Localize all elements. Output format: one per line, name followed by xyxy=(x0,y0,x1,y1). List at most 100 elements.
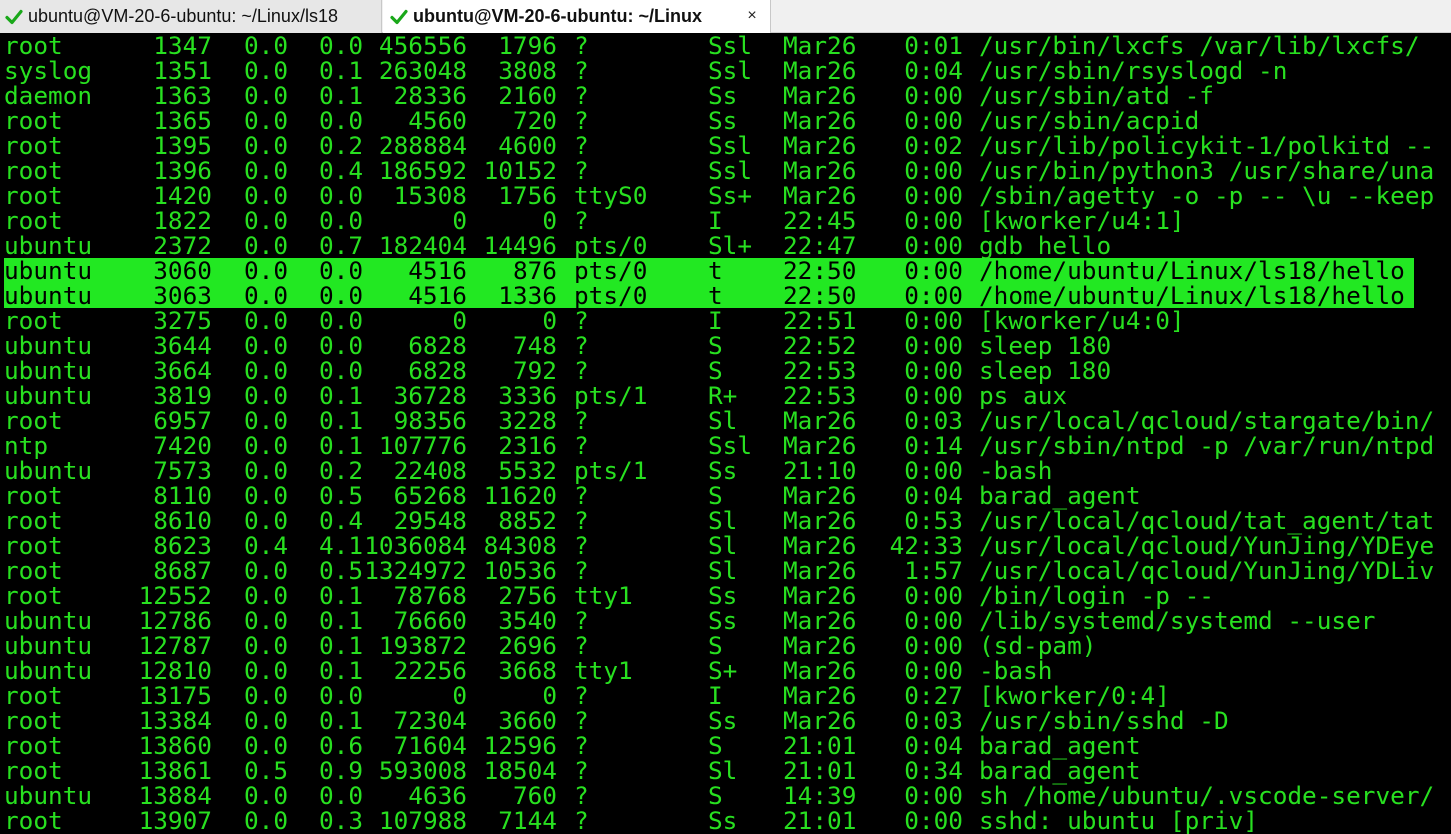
process-vsz: 4560 xyxy=(408,106,467,135)
process-pid: 1420 xyxy=(153,181,212,210)
process-cpu: 0.0 xyxy=(244,631,289,660)
process-user: root xyxy=(4,306,63,335)
process-tty: ? xyxy=(574,206,589,235)
process-user: ubuntu xyxy=(4,281,93,310)
process-tty: ? xyxy=(574,506,589,535)
process-row: root 1396 0.0 0.4 186592 10152? Ssl Mar26 0:00/u… xyxy=(0,158,1451,183)
process-rss: 2696 xyxy=(498,631,557,660)
process-user: ubuntu xyxy=(4,656,93,685)
process-start: Mar26 xyxy=(783,631,857,660)
process-time: 0:01 xyxy=(904,33,963,60)
process-time: 0:00 xyxy=(904,806,963,834)
process-start: Mar26 xyxy=(783,56,857,85)
process-row: root 8610 0.0 0.4 29548 8852? Sl Mar26 0:53/usr/… xyxy=(0,508,1451,533)
process-start: Mar26 xyxy=(783,81,857,110)
process-rss: 1796 xyxy=(498,33,557,60)
process-start: Mar26 xyxy=(783,406,857,435)
process-pid: 13175 xyxy=(138,681,212,710)
process-pid: 6957 xyxy=(153,406,212,435)
process-row: root 13860 0.0 0.6 71604 12596? S 21:01 0:04 bara… xyxy=(0,733,1451,758)
process-vsz: 76660 xyxy=(393,606,467,635)
process-start: 22:51 xyxy=(783,306,857,335)
process-mem: 0.1 xyxy=(319,406,364,435)
process-start: 22:47 xyxy=(783,231,857,260)
process-mem: 4.1 xyxy=(319,531,364,560)
process-cpu: 0.0 xyxy=(244,431,289,460)
process-cpu: 0.0 xyxy=(244,581,289,610)
process-user: ntp xyxy=(4,431,49,460)
process-cpu: 0.0 xyxy=(244,806,289,834)
tab-linux[interactable]: ubuntu@VM-20-6-ubuntu: ~/Linux × xyxy=(383,0,771,33)
process-time: 0:03 xyxy=(904,706,963,735)
process-tty: ? xyxy=(574,806,589,834)
process-start: 22:50 xyxy=(783,256,857,285)
process-start: 14:39 xyxy=(783,781,857,810)
process-vsz: 65268 xyxy=(393,481,467,510)
process-pid: 3819 xyxy=(153,381,212,410)
process-pid: 1351 xyxy=(153,56,212,85)
process-command: [kworker/0:4] xyxy=(979,681,1170,710)
process-stat: Ss xyxy=(708,106,738,135)
process-mem: 0.5 xyxy=(319,481,364,510)
process-time: 1:57 xyxy=(904,556,963,585)
process-time: 0:00 xyxy=(904,656,963,685)
process-command: /home/ubuntu/Linux/ls18/hello xyxy=(979,256,1405,285)
process-start: 22:50 xyxy=(783,281,857,310)
process-rss: 3228 xyxy=(498,406,557,435)
process-vsz: 193872 xyxy=(378,631,467,660)
process-time: 0:00 xyxy=(904,156,963,185)
process-mem: 0.1 xyxy=(319,581,364,610)
process-user: root xyxy=(4,731,63,760)
process-mem: 0.0 xyxy=(319,781,364,810)
process-pid: 12786 xyxy=(138,606,212,635)
process-mem: 0.1 xyxy=(319,606,364,635)
process-user: root xyxy=(4,481,63,510)
process-pid: 1363 xyxy=(153,81,212,110)
process-time: 0:00 xyxy=(904,306,963,335)
process-stat: Ss xyxy=(708,581,738,610)
process-start: Mar26 xyxy=(783,481,857,510)
process-user: root xyxy=(4,181,63,210)
process-vsz: 98356 xyxy=(393,406,467,435)
process-time: 0:00 xyxy=(904,331,963,360)
process-cpu: 0.4 xyxy=(244,531,289,560)
process-mem: 0.1 xyxy=(319,81,364,110)
terminal-output[interactable]: root 1347 0.0 0.0 456556 1796? Ssl Mar26 0:01/us… xyxy=(0,33,1451,834)
process-stat: S xyxy=(708,631,723,660)
process-cpu: 0.0 xyxy=(244,156,289,185)
process-start: Mar26 xyxy=(783,681,857,710)
close-icon[interactable]: × xyxy=(742,6,762,26)
tab-ls18[interactable]: ubuntu@VM-20-6-ubuntu: ~/Linux/ls18 xyxy=(0,0,382,33)
highlighted-process-row: ubuntu 3063 0.0 0.0 4516 1336 pts/0 t 22:50 0:00 /… xyxy=(0,283,1451,308)
process-time: 0:00 xyxy=(904,106,963,135)
process-rss: 0 xyxy=(542,306,557,335)
process-row: ubuntu 3644 0.0 0.0 6828 748? S 22:52 0:00 sleep … xyxy=(0,333,1451,358)
process-rss: 3660 xyxy=(498,706,557,735)
process-rss: 2756 xyxy=(498,581,557,610)
process-tty: ? xyxy=(574,406,589,435)
process-pid: 3664 xyxy=(153,356,212,385)
process-stat: Ssl xyxy=(708,431,753,460)
process-cpu: 0.0 xyxy=(244,731,289,760)
process-vsz: 1036084 xyxy=(364,531,467,560)
process-time: 0:00 xyxy=(904,781,963,810)
process-mem: 0.7 xyxy=(319,231,364,260)
process-command: /usr/bin/lxcfs /var/lib/lxcfs/ xyxy=(979,33,1420,60)
process-pid: 1822 xyxy=(153,206,212,235)
process-row: root 1822 0.0 0.0 0 0? I 22:45 0:00 [kworker/u4:1… xyxy=(0,208,1451,233)
process-command: barad_agent xyxy=(979,756,1141,785)
process-rss: 720 xyxy=(512,106,557,135)
process-command: sh /home/ubuntu/.vscode-server/ xyxy=(979,781,1435,810)
process-mem: 0.9 xyxy=(319,756,364,785)
process-stat: Ssl xyxy=(708,56,753,85)
process-tty: ? xyxy=(574,731,589,760)
process-start: 22:45 xyxy=(783,206,857,235)
process-rss: 7144 xyxy=(498,806,557,834)
process-stat: S xyxy=(708,331,723,360)
process-cpu: 0.0 xyxy=(244,481,289,510)
process-stat: Ss xyxy=(708,81,738,110)
process-user: ubuntu xyxy=(4,631,93,660)
process-command: sshd: ubuntu [priv] xyxy=(979,806,1259,834)
process-user: root xyxy=(4,756,63,785)
process-rss: 3808 xyxy=(498,56,557,85)
